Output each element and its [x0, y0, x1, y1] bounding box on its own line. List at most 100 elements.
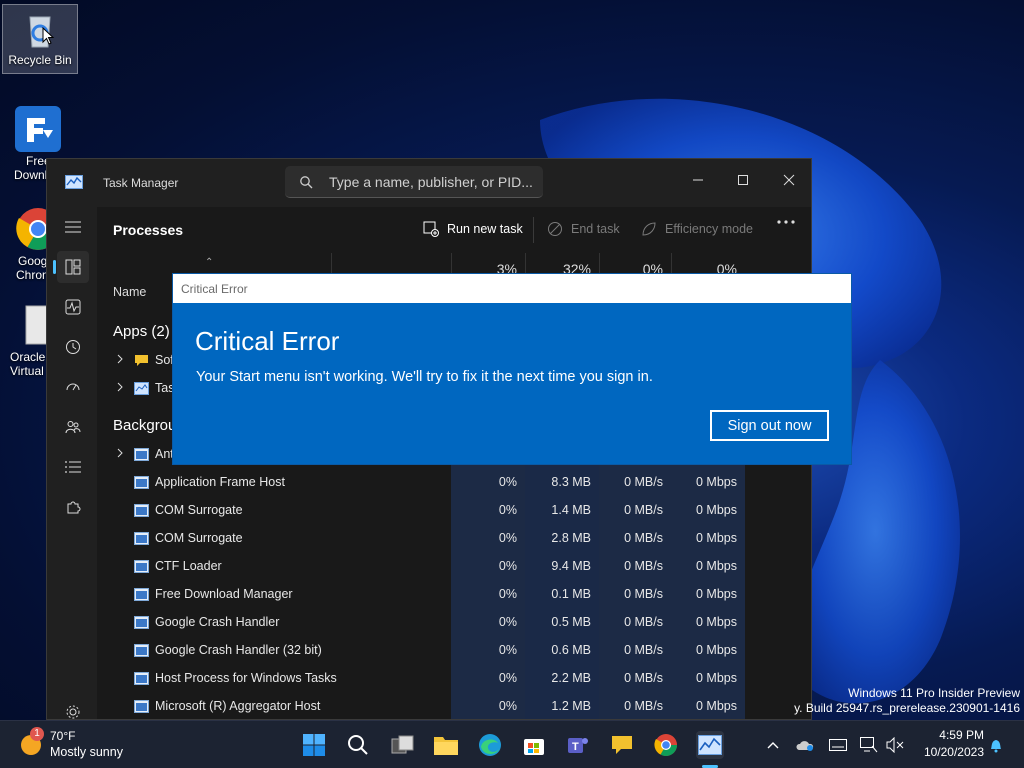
cpu-cell: 0%	[498, 475, 517, 489]
nav-settings[interactable]	[57, 703, 89, 719]
search-input[interactable]: Type a name, publisher, or PID...	[285, 166, 543, 198]
search-button[interactable]	[344, 731, 372, 759]
disk-cell: 0 MB/s	[624, 587, 663, 601]
file-explorer-button[interactable]	[432, 731, 460, 759]
keyboard-tray-icon[interactable]	[828, 735, 848, 755]
nav-app-history[interactable]	[57, 331, 89, 363]
process-window-icon	[134, 616, 149, 629]
network-tray-icon[interactable]	[859, 735, 879, 755]
chrome-icon	[654, 734, 677, 756]
desktop-icon-recycle-bin[interactable]: Recycle Bin	[2, 4, 78, 74]
run-new-task-button[interactable]: Run new task	[423, 221, 523, 237]
clock[interactable]: 4:59 PM 10/20/2023	[914, 728, 984, 759]
more-options-button[interactable]	[777, 219, 803, 225]
chrome-button[interactable]	[652, 731, 680, 759]
weather-desc: Mostly sunny	[50, 745, 123, 759]
weather-temp: 70°F	[50, 729, 76, 743]
table-row[interactable]: Host Process for Windows Tasks 0% 2.2 MB 0 …	[97, 665, 811, 693]
process-window-icon	[134, 672, 149, 685]
process-name: COM Surrogate	[155, 531, 243, 545]
dialog-message: Your Start menu isn't working. We'll try…	[196, 369, 653, 385]
run-task-icon	[423, 221, 439, 237]
task-view-button[interactable]	[389, 731, 417, 759]
disk-cell: 0 MB/s	[624, 643, 663, 657]
memory-cell: 0.1 MB	[551, 587, 591, 601]
run-new-task-label: Run new task	[447, 222, 523, 236]
process-window-icon	[134, 644, 149, 657]
users-icon	[65, 421, 81, 434]
maximize-icon	[738, 175, 748, 185]
disk-cell: 0 MB/s	[624, 503, 663, 517]
memory-cell: 2.2 MB	[551, 671, 591, 685]
network-cell: 0 Mbps	[696, 503, 737, 517]
dialog-title-bar[interactable]: Critical Error	[173, 274, 851, 303]
process-window-icon	[134, 700, 149, 713]
nav-performance[interactable]	[57, 291, 89, 323]
chevron-right-icon[interactable]	[115, 354, 125, 364]
nav-services[interactable]	[57, 491, 89, 523]
process-name: Host Process for Windows Tasks	[155, 671, 337, 685]
task-manager-taskbar-button[interactable]	[696, 731, 724, 759]
task-manager-app-icon	[65, 175, 83, 189]
group-header-apps: Apps (2)	[113, 323, 170, 340]
volume-tray-icon[interactable]	[885, 735, 905, 755]
list-icon	[65, 461, 81, 473]
cpu-cell: 0%	[498, 587, 517, 601]
efficiency-mode-button[interactable]: Efficiency mode	[641, 221, 753, 237]
onedrive-tray-icon[interactable]	[795, 735, 815, 755]
weather-widget[interactable]: 1 70°F Mostly sunny	[18, 727, 158, 761]
table-row[interactable]: COM Surrogate 0% 1.4 MB 0 MB/s 0 Mbps	[97, 497, 811, 525]
disk-cell: 0 MB/s	[624, 559, 663, 573]
start-button[interactable]	[300, 731, 328, 759]
sticky-notes-button[interactable]	[608, 731, 636, 759]
close-button[interactable]	[774, 165, 804, 195]
notifications-button[interactable]	[986, 735, 1006, 755]
table-row[interactable]: Google Crash Handler (32 bit) 0% 0.6 MB 0 M…	[97, 637, 811, 665]
process-window-icon	[134, 476, 149, 489]
process-window-icon	[134, 448, 149, 461]
show-hidden-icons-button[interactable]	[763, 735, 783, 755]
nav-details[interactable]	[57, 451, 89, 483]
fdm-icon	[15, 106, 61, 152]
build-watermark-line2: y. Build 25947.rs_prerelease.230901-1416	[794, 701, 1020, 715]
nav-sidebar	[47, 207, 97, 719]
network-cell: 0 Mbps	[696, 475, 737, 489]
cpu-cell: 0%	[498, 699, 517, 713]
network-cell: 0 Mbps	[696, 587, 737, 601]
sign-out-now-button[interactable]: Sign out now	[710, 410, 829, 441]
microsoft-store-button[interactable]	[520, 731, 548, 759]
network-cell: 0 Mbps	[696, 699, 737, 713]
minimize-button[interactable]	[683, 165, 713, 195]
table-row[interactable]: Free Download Manager 0% 0.1 MB 0 MB/s 0 Mbp…	[97, 581, 811, 609]
process-window-icon	[134, 588, 149, 601]
nav-processes[interactable]	[53, 251, 89, 283]
mouse-cursor-icon	[42, 27, 55, 45]
memory-cell: 0.5 MB	[551, 615, 591, 629]
cloud-icon	[796, 741, 814, 751]
memory-cell: 0.6 MB	[551, 643, 591, 657]
nav-startup-apps[interactable]	[57, 371, 89, 403]
task-manager-icon	[134, 382, 149, 395]
name-header-label: Name	[113, 285, 147, 299]
sticky-note-icon	[612, 736, 632, 754]
table-row[interactable]: Google Crash Handler 0% 0.5 MB 0 MB/s 0 Mbps	[97, 609, 811, 637]
weather-badge: 1	[30, 727, 44, 741]
nav-users[interactable]	[57, 411, 89, 443]
end-task-button[interactable]: End task	[547, 221, 620, 237]
disk-cell: 0 MB/s	[624, 615, 663, 629]
edge-button[interactable]	[476, 731, 504, 759]
cpu-cell: 0%	[498, 643, 517, 657]
chevron-right-icon[interactable]	[115, 448, 125, 458]
hamburger-menu-button[interactable]	[57, 211, 89, 243]
table-row[interactable]: COM Surrogate 0% 2.8 MB 0 MB/s 0 Mbps	[97, 525, 811, 553]
taskbar: 1 70°F Mostly sunny T 4:59 PM 10/20/2023	[0, 720, 1024, 768]
maximize-button[interactable]	[728, 165, 758, 195]
table-row[interactable]: Application Frame Host 0% 8.3 MB 0 MB/s 0 Mb…	[97, 469, 811, 497]
chevron-right-icon[interactable]	[115, 382, 125, 392]
table-row[interactable]: CTF Loader 0% 9.4 MB 0 MB/s 0 Mbps	[97, 553, 811, 581]
teams-button[interactable]: T	[564, 731, 592, 759]
efficiency-mode-label: Efficiency mode	[665, 222, 754, 236]
svg-text:T: T	[572, 741, 579, 753]
title-bar[interactable]: Task Manager Type a name, publisher, or …	[47, 159, 811, 207]
table-row[interactable]: Microsoft (R) Aggregator Host 0% 1.2 MB 0 M…	[97, 693, 811, 719]
